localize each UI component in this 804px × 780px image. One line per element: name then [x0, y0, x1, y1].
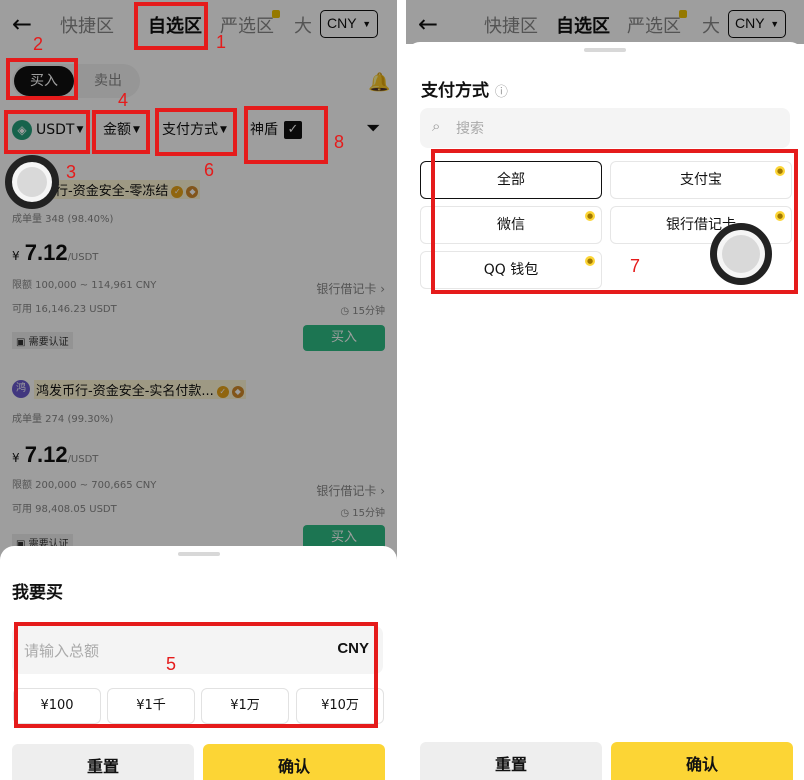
tab-strict[interactable]: 严选区	[627, 10, 687, 38]
payment-method[interactable]: 银行借记卡 ›	[316, 280, 385, 297]
annotation-number: 7	[630, 256, 641, 276]
coin-icon: ●	[775, 211, 785, 221]
new-dot-icon	[679, 10, 687, 18]
search-input[interactable]: ⌕ 搜索	[420, 108, 790, 148]
payment-time: ◷ 15分钟	[340, 508, 385, 519]
annotation-number: 3	[66, 162, 77, 182]
buy-button[interactable]: 买入	[303, 325, 385, 351]
payment-method-sheet: 支付方式 ⓘ	[406, 42, 804, 780]
payment-method[interactable]: 银行借记卡 ›	[316, 482, 385, 499]
annotation-number: 1	[216, 32, 227, 52]
confirm-button[interactable]: 确认	[203, 744, 385, 780]
limit: 限额 200,000 ~ 700,665 CNY	[12, 480, 157, 491]
top-header: ← 快捷区 自选区 严选区 大 CNY ▼	[0, 0, 397, 50]
amount-placeholder: 请输入总额	[24, 642, 100, 660]
available: 可用 98,408.05 USDT	[12, 504, 117, 515]
payment-option-qq-wallet[interactable]: QQ 钱包 ●	[420, 251, 602, 289]
search-placeholder: 搜索	[456, 121, 484, 137]
caret-down-icon: ▼	[770, 18, 780, 29]
merchant-badge-icon: ✓	[171, 185, 184, 198]
available: 可用 16,146.23 USDT	[12, 304, 117, 315]
amount-input[interactable]: 请输入总额 CNY	[12, 626, 383, 674]
bell-icon[interactable]: 🔔	[368, 72, 390, 93]
left-screen: ← 快捷区 自选区 严选区 大 CNY ▼ 买入 卖出 🔔 ◈ USDT ▼ 金额 ▼…	[0, 0, 397, 780]
touch-indicator	[710, 223, 772, 285]
reset-button[interactable]: 重置	[12, 744, 194, 780]
panel-separator	[397, 0, 406, 780]
annotation-number: 5	[166, 654, 177, 674]
tab-large[interactable]: 大	[294, 12, 312, 38]
confirm-button[interactable]: 确认	[611, 742, 793, 780]
annotation-number: 4	[118, 90, 129, 110]
reset-button[interactable]: 重置	[420, 742, 602, 780]
touch-indicator	[5, 155, 59, 209]
quick-amount-100k[interactable]: ¥10万	[296, 688, 384, 724]
filter-funnel-icon[interactable]: ⏷	[366, 118, 380, 139]
buy-toggle[interactable]: 买入	[14, 66, 74, 96]
merchant-name[interactable]: 币行-资金安全-零冻结 ✓ ◆	[40, 180, 201, 199]
shield-badge-icon: ◆	[186, 185, 199, 198]
limit: 限额 100,000 ~ 114,961 CNY	[12, 280, 157, 291]
quick-amount-1k[interactable]: ¥1千	[107, 688, 195, 724]
payment-option-wechat[interactable]: 微信 ●	[420, 206, 602, 244]
order-stats: 成单量 274 (99.30%)	[12, 414, 114, 425]
shield-filter[interactable]: 神盾 ✓	[250, 116, 302, 144]
annotation-number: 6	[204, 160, 215, 180]
right-screen: ← 快捷区 自选区 严选区 大 CNY ▼ 支付方式 ⓘ ⌕ 搜索 全部 支付宝…	[406, 0, 804, 780]
tab-quick[interactable]: 快捷区	[60, 12, 114, 38]
order-stats: 成单量 348 (98.40%)	[12, 214, 114, 225]
shield-badge-icon: ◆	[231, 385, 244, 398]
verify-required: ▣ 需要认证	[12, 332, 73, 349]
amount-filter[interactable]: 金额 ▼	[103, 116, 140, 144]
annotation-number: 2	[33, 34, 44, 54]
merchant-avatar: 鸿	[12, 380, 30, 398]
sheet-title: 我要买	[12, 583, 63, 603]
merchant-name[interactable]: 鸿发币行-资金安全-实名付款... ✓ ◆	[34, 380, 246, 399]
quick-amount-100[interactable]: ¥100	[13, 688, 101, 724]
currency-selector[interactable]: CNY ▼	[320, 10, 379, 38]
annotation-number: 8	[334, 132, 345, 152]
tab-custom[interactable]: 自选区	[148, 12, 202, 38]
caret-down-icon: ▼	[362, 18, 372, 29]
quick-amount-10k[interactable]: ¥1万	[201, 688, 289, 724]
info-icon[interactable]: ⓘ	[495, 85, 508, 100]
coin-icon: ●	[775, 166, 785, 176]
tab-large[interactable]: 大	[702, 12, 720, 38]
price: ¥ 7.12/USDT	[12, 240, 99, 265]
sell-toggle[interactable]: 卖出	[78, 66, 138, 96]
payment-time: ◷ 15分钟	[340, 306, 385, 317]
new-dot-icon	[272, 10, 280, 18]
checkbox-checked-icon[interactable]: ✓	[284, 121, 302, 139]
back-arrow-icon[interactable]: ←	[12, 10, 32, 38]
price: ¥ 7.12/USDT	[12, 442, 99, 467]
coin-icon: ●	[585, 256, 595, 266]
search-icon: ⌕	[432, 117, 441, 135]
tab-quick[interactable]: 快捷区	[484, 12, 538, 38]
amount-unit: CNY	[337, 640, 369, 657]
payment-option-all[interactable]: 全部	[420, 161, 602, 199]
back-arrow-icon[interactable]: ←	[418, 10, 438, 38]
tab-strict[interactable]: 严选区	[220, 10, 280, 38]
tab-custom[interactable]: 自选区	[556, 12, 610, 38]
sheet-title: 支付方式 ⓘ	[421, 81, 508, 101]
coin-icon: ●	[585, 211, 595, 221]
merchant-badge-icon: ✓	[216, 385, 229, 398]
asset-filter[interactable]: ◈ USDT ▼	[12, 116, 83, 144]
usdt-icon: ◈	[12, 120, 32, 140]
sheet-grip[interactable]	[177, 552, 220, 556]
listing-card: 币行-资金安全-零冻结 ✓ ◆ 成单量 348 (98.40%) ¥ 7.12/US…	[0, 170, 397, 351]
payment-filter[interactable]: 支付方式 ▼	[162, 116, 227, 144]
sheet-grip[interactable]	[584, 48, 626, 52]
currency-selector[interactable]: CNY ▼	[728, 10, 787, 38]
listing-card: 鸿 鸿发币行-资金安全-实名付款... ✓ ◆ 成单量 274 (99.30%) ¥…	[0, 370, 397, 551]
payment-option-alipay[interactable]: 支付宝 ●	[610, 161, 792, 199]
